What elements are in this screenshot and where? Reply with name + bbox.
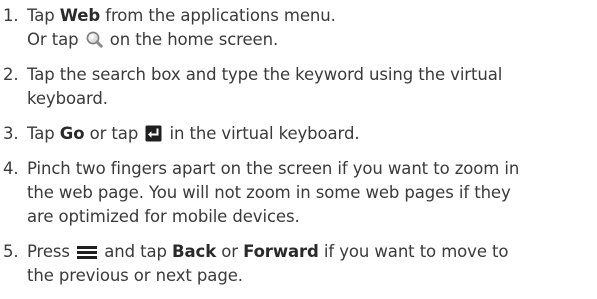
step-line: Tap Web from the applications menu.: [27, 6, 336, 25]
step-line: Or tap on the home screen.: [27, 30, 279, 49]
step-number: 5.: [3, 242, 19, 261]
step-line: keyboard.: [27, 89, 108, 108]
step-number: 2.: [3, 65, 19, 84]
step-line: Tap Go or tap in the virtual keyboard.: [27, 124, 360, 143]
instruction-list: 1. Tap Web from the applications menu. O…: [0, 4, 597, 299]
bold-term-web: Web: [59, 6, 101, 25]
step-line: are optimized for mobile devices.: [27, 207, 300, 226]
step-line: the previous or next page.: [27, 266, 243, 285]
menu-key-icon: [77, 245, 98, 260]
step-line: Tap the search box and type the keyword …: [27, 65, 503, 84]
step-2: 2. Tap the search box and type the keywo…: [0, 63, 597, 111]
magnifier-search-icon: [86, 31, 103, 48]
step-3: 3. Tap Go or tap in the virtual keyboard…: [0, 122, 597, 146]
step-4: 4. Pinch two fingers apart on the screen…: [0, 157, 597, 229]
step-number: 1.: [3, 6, 19, 25]
bold-term-forward: Forward: [243, 242, 319, 261]
bold-term-back: Back: [172, 242, 217, 261]
step-5: 5. Press and tap Back or Forward if you …: [0, 240, 597, 288]
step-line: Press and tap Back or Forward if you wan…: [27, 242, 509, 261]
enter-key-icon: [145, 125, 162, 142]
step-line: the web page. You will not zoom in some …: [27, 183, 511, 202]
bold-term-go: Go: [59, 124, 85, 143]
step-number: 4.: [3, 159, 19, 178]
step-number: 3.: [3, 124, 19, 143]
step-line: Pinch two fingers apart on the screen if…: [27, 159, 520, 178]
step-1: 1. Tap Web from the applications menu. O…: [0, 4, 597, 52]
